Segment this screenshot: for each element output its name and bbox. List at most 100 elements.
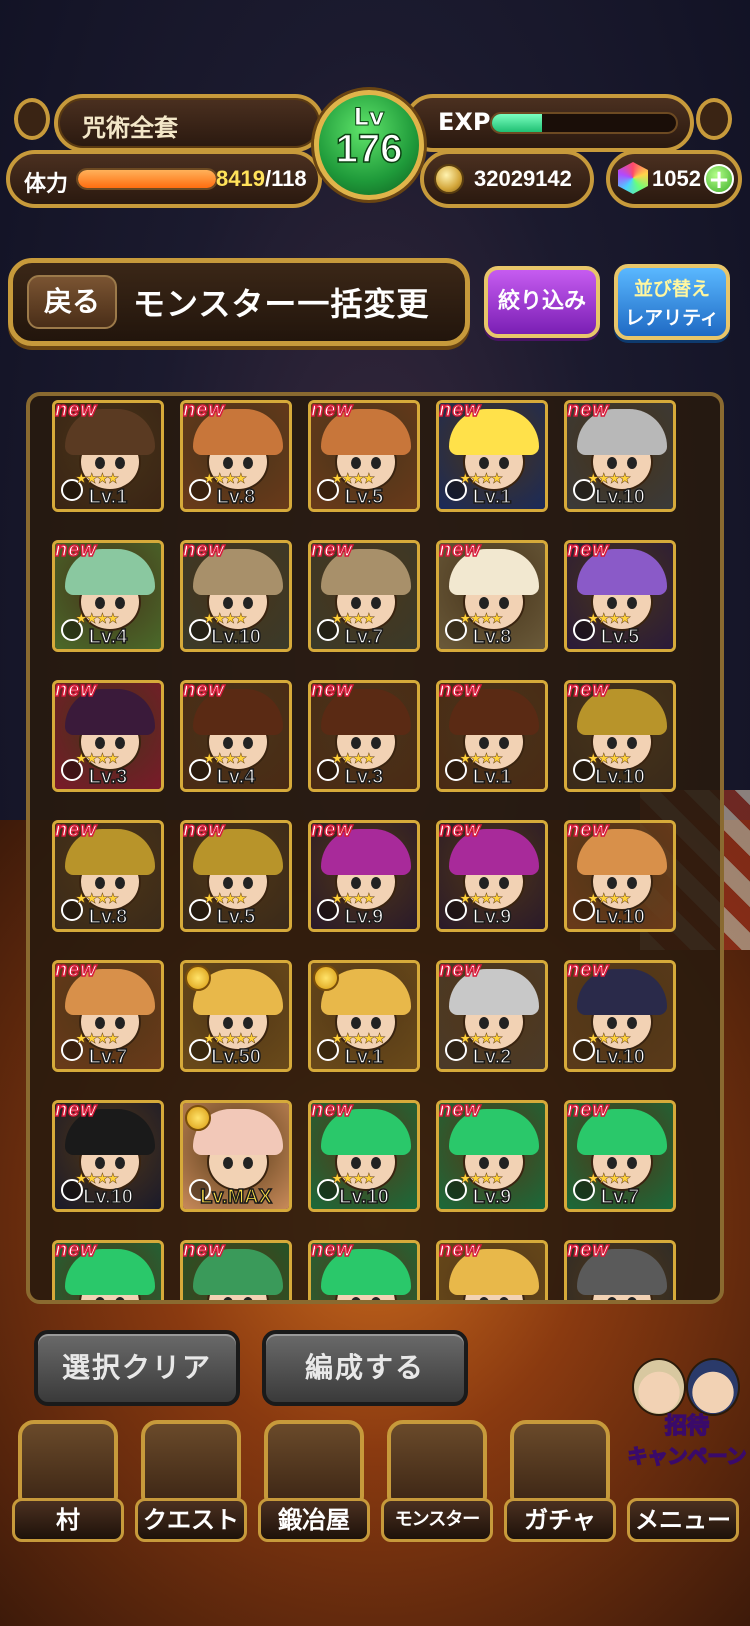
monster-tile[interactable]: new [564, 1240, 676, 1300]
monster-tile[interactable]: new ★★★★ Lv.10 [564, 680, 676, 792]
coin-icon [434, 164, 464, 194]
monster-eye [243, 737, 253, 749]
monster-tile[interactable]: new ★★★★ Lv.1 [52, 400, 164, 512]
stamina-bar [76, 168, 218, 190]
rarity-stars: ★★★★ [203, 891, 248, 908]
monster-tile[interactable]: new ★★★★ Lv.3 [308, 680, 420, 792]
nav-label: クエスト [135, 1498, 247, 1542]
monster-tile[interactable]: new ★★★★ Lv.1 [436, 400, 548, 512]
monster-tile[interactable]: new ★★★★ Lv.5 [180, 820, 292, 932]
new-badge: new [183, 680, 225, 702]
rarity-stars: ★★★★ [587, 1031, 632, 1048]
nav-item[interactable]: 村 [12, 1420, 124, 1550]
monster-eye [479, 1157, 489, 1169]
monster-level: Lv.10 [594, 765, 645, 789]
monster-eye [351, 1157, 361, 1169]
nav-item[interactable]: メニュー [627, 1470, 739, 1600]
gem-plate[interactable]: 1052 + [606, 150, 742, 208]
monster-tile[interactable]: ★★★★★ Lv.50 [180, 960, 292, 1072]
monster-tile[interactable]: new ★★★★ Lv.8 [180, 400, 292, 512]
monster-tile[interactable]: new ★★★★ Lv.2 [436, 960, 548, 1072]
monster-tile[interactable]: new ★★★★ Lv.3 [52, 680, 164, 792]
monster-tile[interactable]: new [308, 1240, 420, 1300]
rarity-stars: ★★★★ [75, 751, 120, 768]
nav-label: ガチャ [504, 1498, 616, 1542]
monster-tile[interactable]: new ★★★★ Lv.8 [52, 820, 164, 932]
monster-eye [627, 457, 637, 469]
page-title: モンスター一括変更 [133, 285, 430, 323]
lightning-icon [185, 1105, 211, 1131]
monster-eye [627, 737, 637, 749]
monster-tile[interactable]: new ★★★★ Lv.10 [52, 1100, 164, 1212]
monster-tile[interactable]: new ★★★★ Lv.8 [436, 540, 548, 652]
monster-tile[interactable]: new ★★★★ Lv.9 [436, 1100, 548, 1212]
monster-eye [223, 457, 233, 469]
rarity-stars: ★★★★ [331, 891, 376, 908]
new-badge: new [183, 540, 225, 562]
monster-tile[interactable]: new ★★★★ Lv.5 [564, 540, 676, 652]
stamina-current: 8419 [216, 166, 265, 191]
monster-eye [499, 877, 509, 889]
rarity-stars: ★★★★ [459, 611, 504, 628]
monster-eye [115, 737, 125, 749]
monster-tile[interactable]: new ★★★★ Lv.10 [564, 820, 676, 932]
clear-selection-button[interactable]: 選択クリア [34, 1330, 240, 1406]
monster-tile[interactable]: new ★★★★ Lv.10 [308, 1100, 420, 1212]
monster-tile[interactable]: new ★★★★ Lv.10 [180, 540, 292, 652]
monster-level: Lv.10 [338, 1185, 389, 1209]
monster-tile[interactable]: Lv.MAX [180, 1100, 292, 1212]
monster-tile[interactable]: new ★★★★ Lv.9 [308, 820, 420, 932]
monster-eye [499, 1297, 509, 1300]
monster-tile[interactable]: new ★★★★ Lv.7 [308, 540, 420, 652]
monster-grid-panel[interactable]: new ★★★★ Lv.1 new ★★★★ Lv.8 new ★★★★ Lv.5 new ★★★★… [26, 392, 724, 1304]
monster-eye [607, 597, 617, 609]
rarity-stars: ★★★★ [587, 751, 632, 768]
filter-button[interactable]: 絞り込み [484, 266, 600, 338]
monster-level: Lv.8 [216, 485, 256, 509]
new-badge: new [55, 960, 97, 982]
coin-plate[interactable]: 32029142 [420, 150, 594, 208]
sort-button[interactable]: 並び替え レアリティ [614, 264, 730, 340]
invite-campaign-badge[interactable]: 招待 キャンペーン [626, 1358, 748, 1469]
monster-tile[interactable]: ★★★★★ Lv.1 [308, 960, 420, 1072]
rarity-stars: ★★★★ [75, 891, 120, 908]
new-badge: new [439, 1100, 481, 1122]
add-gem-button[interactable]: + [704, 164, 734, 194]
monster-level: Lv.3 [88, 765, 128, 789]
nav-item[interactable]: モンスター [381, 1420, 493, 1550]
level-badge[interactable]: Lv 176 [314, 90, 424, 200]
monster-tile[interactable]: new ★★★★ Lv.1 [436, 680, 548, 792]
form-party-button[interactable]: 編成する [262, 1330, 468, 1406]
monster-tile[interactable]: new [52, 1240, 164, 1300]
rarity-stars: ★★★★ [459, 891, 504, 908]
monster-tile[interactable]: new ★★★★ Lv.7 [52, 960, 164, 1072]
coin-count: 32029142 [474, 166, 572, 191]
monster-tile[interactable]: new ★★★★ Lv.7 [564, 1100, 676, 1212]
monster-level: Lv.1 [472, 485, 512, 509]
nav-item[interactable]: 鍛冶屋 [258, 1420, 370, 1550]
monster-tile[interactable]: new [436, 1240, 548, 1300]
stamina-plate[interactable]: 体力 8419/118 [6, 150, 322, 208]
nav-item[interactable]: ガチャ [504, 1420, 616, 1550]
monster-tile[interactable]: new ★★★★ Lv.4 [52, 540, 164, 652]
player-name-plate[interactable]: 咒術全套 [54, 94, 324, 152]
new-badge: new [55, 680, 97, 702]
exp-bar-fill [492, 114, 542, 132]
back-button[interactable]: 戻る [27, 275, 117, 329]
new-badge: new [567, 960, 609, 982]
monster-eye [479, 737, 489, 749]
monster-tile[interactable]: new [180, 1240, 292, 1300]
monster-level: Lv.9 [472, 1185, 512, 1209]
monster-tile[interactable]: new ★★★★ Lv.5 [308, 400, 420, 512]
monster-tile[interactable]: new ★★★★ Lv.10 [564, 400, 676, 512]
monster-eye [627, 1297, 637, 1300]
nav-item[interactable]: クエスト [135, 1420, 247, 1550]
sort-label: 並び替え [633, 278, 710, 300]
monster-level: Lv.5 [344, 485, 384, 509]
monster-tile[interactable]: new ★★★★ Lv.10 [564, 960, 676, 1072]
monster-tile[interactable]: new ★★★★ Lv.9 [436, 820, 548, 932]
monster-eye [351, 1017, 361, 1029]
monster-level: Lv.5 [216, 905, 256, 929]
monster-tile[interactable]: new ★★★★ Lv.4 [180, 680, 292, 792]
campaign-line2: キャンペーン [627, 1443, 748, 1469]
